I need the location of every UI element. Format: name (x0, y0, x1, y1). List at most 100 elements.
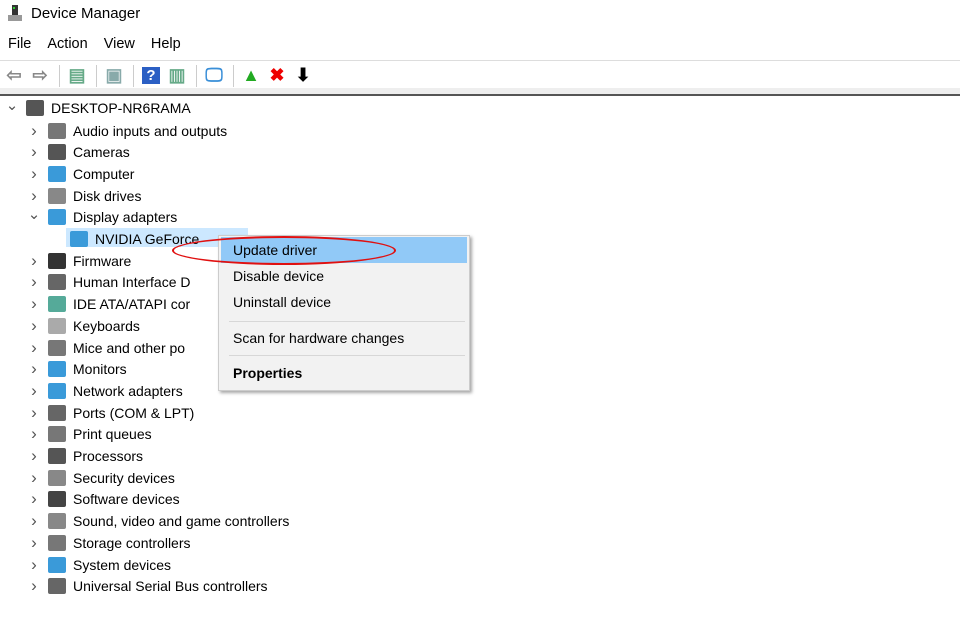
tree-item-monitors[interactable]: › Monitors (28, 359, 127, 380)
chevron-right-icon[interactable]: › (28, 142, 40, 161)
chevron-right-icon[interactable]: › (28, 338, 40, 357)
tree-item-cameras[interactable]: › Cameras (28, 142, 130, 163)
help-button[interactable]: ? (139, 64, 163, 88)
menu-action[interactable]: Action (39, 36, 95, 56)
tree-item-label: Keyboards (73, 317, 140, 334)
chevron-right-icon[interactable]: › (28, 533, 40, 552)
display-adapter-icon (70, 231, 88, 247)
toolbar-separator (96, 64, 97, 87)
back-button[interactable]: ⇦ (2, 64, 26, 88)
tree-item-ide-ata-atapi-cor[interactable]: › IDE ATA/ATAPI cor (28, 294, 190, 315)
processors-icon (48, 448, 66, 464)
tree-item-computer[interactable]: › Computer (28, 163, 134, 184)
uninstall-icon: ✖ (269, 65, 285, 85)
toolbar-divider (0, 88, 960, 96)
chevron-right-icon[interactable]: › (28, 316, 40, 335)
tree-item-label: Audio inputs and outputs (73, 122, 228, 139)
chevron-right-icon[interactable]: › (28, 272, 40, 291)
chevron-right-icon[interactable]: › (28, 251, 40, 270)
chevron-right-icon[interactable]: › (28, 424, 40, 443)
tree-item-universal-serial-bus-controllers[interactable]: › Universal Serial Bus controllers (28, 576, 268, 597)
menu-bar: File Action View Help (0, 36, 189, 56)
tree-item-label: Print queues (73, 426, 152, 443)
chevron-right-icon[interactable]: › (28, 164, 40, 183)
chevron-right-icon[interactable]: › (28, 511, 40, 530)
menu-item-uninstall-device[interactable]: Uninstall device (221, 289, 467, 315)
tree-item-print-queues[interactable]: › Print queues (28, 424, 152, 445)
tree-item-label: Computer (73, 165, 135, 182)
tree-item-disk-drives[interactable]: › Disk drives (28, 185, 141, 206)
tree-item-label: Security devices (73, 469, 175, 486)
chevron-right-icon[interactable]: › (28, 294, 40, 313)
tree-item-system-devices[interactable]: › System devices (28, 554, 171, 575)
tree-item-sound-video-and-game-controllers[interactable]: › Sound, video and game controllers (28, 511, 289, 532)
show-hide-console-tree-icon: ▤ (68, 65, 86, 85)
menu-help[interactable]: Help (143, 36, 189, 56)
uninstall-button[interactable]: ✖ (265, 64, 289, 88)
tree-item-software-devices[interactable]: › Software devices (28, 489, 179, 510)
computer-icon (48, 165, 66, 182)
tree-item-human-interface-d[interactable]: › Human Interface D (28, 272, 190, 293)
software-devices-icon (48, 491, 66, 508)
chevron-right-icon[interactable]: › (28, 576, 40, 595)
menu-file[interactable]: File (0, 36, 39, 56)
universal-serial-bus-controllers-icon (48, 578, 66, 595)
tree-item-storage-controllers[interactable]: › Storage controllers (28, 532, 191, 553)
tree-item-label: Cameras (73, 144, 130, 161)
menu-item-scan-hardware[interactable]: Scan for hardware changes (221, 325, 467, 351)
toolbar: ⇦ ⇨ ▤ ▣? ▥ 🖵 ▲ ✖ ⬇ (0, 60, 960, 90)
update-driver-button[interactable]: ▲ (239, 64, 263, 88)
chevron-right-icon[interactable]: › (28, 186, 40, 205)
tree-item-label: Firmware (73, 252, 132, 269)
properties-button[interactable]: ▣ (102, 64, 126, 88)
show-action-pane-icon: ▥ (168, 65, 186, 85)
tree-item-firmware[interactable]: › Firmware (28, 250, 131, 271)
forward-button[interactable]: ⇨ (28, 64, 52, 88)
tree-item-mice-and-other-po[interactable]: › Mice and other po (28, 337, 185, 358)
display-adapters-icon (48, 209, 66, 226)
menu-item-disable-device[interactable]: Disable device (221, 263, 467, 289)
tree-item-label: Disk drives (73, 187, 142, 204)
tree-item-label: Universal Serial Bus controllers (73, 578, 268, 595)
menu-separator (229, 321, 465, 322)
mice-and-other-po-icon (48, 339, 66, 356)
disable-device-icon: ⬇ (295, 65, 311, 85)
print-queues-icon (48, 426, 66, 443)
chevron-right-icon[interactable]: › (28, 446, 40, 465)
tree-item-network-adapters[interactable]: › Network adapters (28, 380, 183, 401)
chevron-right-icon[interactable]: › (28, 555, 40, 574)
tree-item-keyboards[interactable]: › Keyboards (28, 315, 140, 336)
scan-hardware-icon: 🖵 (205, 65, 223, 85)
ide-ata-atapi-cor-icon (48, 296, 66, 313)
menu-item-properties[interactable]: Properties (221, 360, 467, 386)
menu-separator (229, 355, 465, 356)
tree-item-label: Mice and other po (73, 339, 186, 356)
tree-item-security-devices[interactable]: › Security devices (28, 467, 175, 488)
menu-view[interactable]: View (96, 36, 143, 56)
tree-item-display-adapters[interactable]: ⌄ Display adapters (28, 206, 178, 228)
tree-item-label: Storage controllers (73, 534, 191, 551)
chevron-down-icon[interactable]: ⌄ (28, 206, 41, 223)
scan-hardware-button[interactable]: 🖵 (202, 64, 226, 88)
tree-item-label: Network adapters (73, 382, 183, 399)
tree-root-computer[interactable]: ⌄ DESKTOP-NR6RAMA (6, 97, 191, 118)
chevron-right-icon[interactable]: › (28, 121, 40, 140)
disable-device-button[interactable]: ⬇ (291, 64, 315, 88)
toolbar-separator (233, 64, 234, 87)
chevron-right-icon[interactable]: › (28, 381, 40, 400)
cameras-icon (48, 144, 66, 161)
chevron-right-icon[interactable]: › (28, 403, 40, 422)
tree-item-processors[interactable]: › Processors (28, 446, 143, 467)
tree-item-label: Display adapters (73, 209, 178, 226)
system-devices-icon (48, 556, 66, 573)
tree-item-ports-com-lpt[interactable]: › Ports (COM & LPT) (28, 402, 194, 423)
tree-item-label: Sound, video and game controllers (73, 513, 290, 530)
chevron-right-icon[interactable]: › (28, 489, 40, 508)
show-action-pane-button[interactable]: ▥ (165, 64, 189, 88)
chevron-down-icon[interactable]: ⌄ (6, 97, 19, 114)
chevron-right-icon[interactable]: › (28, 359, 40, 378)
show-hide-console-tree-button[interactable]: ▤ (65, 64, 89, 88)
tree-item-label: Monitors (73, 361, 127, 378)
chevron-right-icon[interactable]: › (28, 468, 40, 487)
tree-item-audio-inputs-and-outputs[interactable]: › Audio inputs and outputs (28, 120, 227, 141)
